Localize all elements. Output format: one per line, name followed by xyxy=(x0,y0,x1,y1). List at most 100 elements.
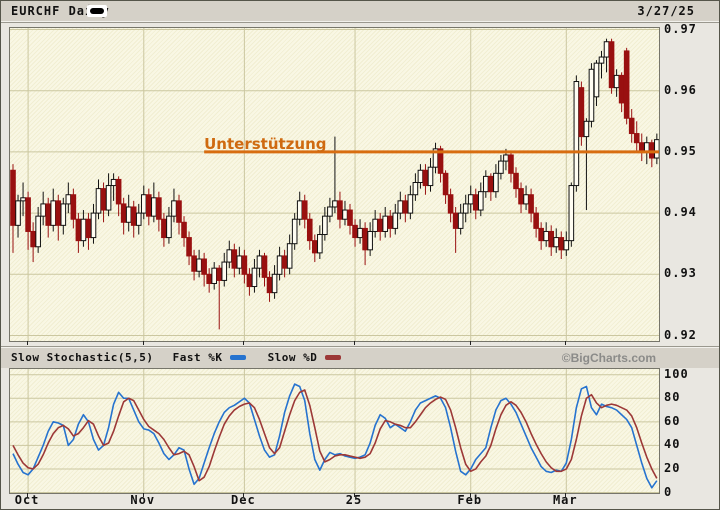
stoch-axis-label: 40 xyxy=(664,437,680,451)
candle-up xyxy=(413,183,418,195)
candle-down xyxy=(86,219,91,237)
support-annotation: Unterstützung xyxy=(204,135,326,153)
candle-up xyxy=(383,216,388,231)
candle-up xyxy=(66,195,71,204)
candle-down xyxy=(348,210,353,225)
axis-tick xyxy=(470,493,471,497)
candle-down xyxy=(650,143,655,158)
candle-up xyxy=(428,167,433,185)
candle-up xyxy=(484,176,489,191)
candle-up xyxy=(544,231,549,240)
candle-down xyxy=(147,195,152,216)
candle-up xyxy=(358,228,363,237)
candle-up xyxy=(136,213,141,225)
slow-d-swatch-icon xyxy=(325,355,341,360)
candle-down xyxy=(192,256,197,271)
candle-up xyxy=(328,207,333,216)
candle-up xyxy=(458,213,463,228)
axis-tick xyxy=(565,493,566,497)
candle-down xyxy=(56,201,61,225)
candle-down xyxy=(217,268,222,280)
candle-down xyxy=(313,241,318,253)
candle-down xyxy=(629,118,634,133)
candle-up xyxy=(126,207,131,222)
candle-up xyxy=(393,213,398,228)
candle-down xyxy=(121,204,126,222)
candle-down xyxy=(363,228,368,249)
candle-down xyxy=(202,259,207,274)
candle-down xyxy=(116,179,121,203)
candle-up xyxy=(21,198,26,201)
candle-up xyxy=(292,219,297,243)
stochastic-title: Slow Stochastic(5,5) xyxy=(11,351,153,364)
candle-up xyxy=(604,42,609,57)
candle-up xyxy=(323,216,328,234)
candle-up xyxy=(36,216,41,247)
axis-tick xyxy=(243,341,244,345)
candle-down xyxy=(529,195,534,213)
candle-up xyxy=(318,235,323,253)
candle-down xyxy=(338,201,343,219)
candle-down xyxy=(473,195,478,210)
candle-up xyxy=(81,219,86,240)
candle-down xyxy=(31,231,36,246)
candle-down xyxy=(443,173,448,194)
candle-up xyxy=(96,189,101,213)
candle-up xyxy=(564,241,569,250)
candle-down xyxy=(539,228,544,240)
candle-down xyxy=(247,274,252,286)
candle-up xyxy=(463,204,468,213)
title-bar: EURCHF Daily 3/27/25 xyxy=(1,1,719,22)
candle-up xyxy=(41,204,46,216)
candle-down xyxy=(609,42,614,88)
candle-down xyxy=(307,219,312,240)
candle-up xyxy=(227,250,232,262)
candle-up xyxy=(584,121,589,136)
axis-tick xyxy=(354,341,355,345)
candle-up xyxy=(468,195,473,204)
candle-down xyxy=(302,201,307,219)
stochastic-chart-canvas xyxy=(10,369,659,493)
candle-up xyxy=(408,195,413,213)
candle-up xyxy=(614,75,619,87)
stochastic-legend: Slow Stochastic(5,5) Fast %K Slow %D xyxy=(11,351,343,364)
candle-down xyxy=(267,277,272,292)
price-chart-canvas: Unterstützung xyxy=(10,28,659,341)
candle-up xyxy=(418,170,423,182)
price-axis-label: 0.93 xyxy=(664,266,697,280)
candle-up xyxy=(574,82,579,186)
candle-down xyxy=(207,274,212,283)
candle-down xyxy=(46,204,51,225)
stochastic-chart xyxy=(9,368,660,494)
axis-tick xyxy=(243,493,244,497)
bigcharts-copyright: ©BigCharts.com xyxy=(562,351,656,365)
candle-up xyxy=(51,201,56,225)
candle-up xyxy=(197,259,202,271)
candle-up xyxy=(237,256,242,268)
candle-down xyxy=(378,219,383,231)
candle-up xyxy=(589,69,594,121)
axis-tick xyxy=(27,341,28,345)
candle-up xyxy=(106,186,111,210)
axis-tick xyxy=(565,341,566,345)
candle-down xyxy=(448,195,453,213)
candle-down xyxy=(549,231,554,246)
candle-down xyxy=(262,256,267,277)
candle-up xyxy=(599,57,604,63)
candle-down xyxy=(101,189,106,210)
stoch-line-d xyxy=(13,390,657,481)
chart-date: 3/27/25 xyxy=(637,4,695,18)
price-axis-label: 0.97 xyxy=(664,22,697,36)
axis-tick xyxy=(27,493,28,497)
candle-up xyxy=(499,161,504,173)
price-axis-label: 0.94 xyxy=(664,205,697,219)
stochastic-header-bar: Slow Stochastic(5,5) Fast %K Slow %D ©Bi… xyxy=(1,347,719,368)
candle-down xyxy=(242,256,247,274)
candle-down xyxy=(282,256,287,268)
candle-down xyxy=(509,155,514,173)
fast-k-label: Fast %K xyxy=(173,351,223,364)
price-axis-label: 0.92 xyxy=(664,328,697,342)
candle-up xyxy=(373,219,378,231)
candle-down xyxy=(162,219,167,237)
candle-down xyxy=(182,222,187,237)
